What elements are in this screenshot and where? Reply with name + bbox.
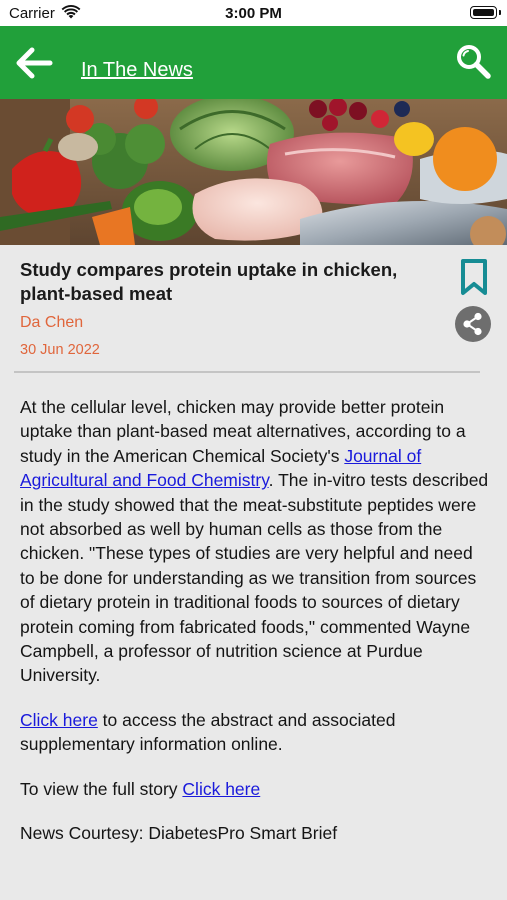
article-hero-image — [0, 99, 507, 245]
abstract-paragraph: Click here to access the abstract and as… — [20, 708, 490, 757]
abstract-click-here-link[interactable]: Click here — [20, 710, 98, 730]
article-date: 30 Jun 2022 — [20, 342, 100, 358]
share-icon — [463, 312, 482, 336]
page-title[interactable]: In The News — [81, 59, 193, 82]
full-story-paragraph: To view the full story Click here — [20, 777, 490, 801]
news-courtesy: News Courtesy: DiabetesPro Smart Brief — [20, 823, 338, 844]
article-title: Study compares protein uptake in chicken… — [20, 259, 398, 304]
bookmark-icon[interactable] — [459, 258, 489, 296]
body-paragraph: At the cellular level, chicken may provi… — [20, 395, 490, 688]
article-header: Study compares protein uptake in chicken… — [20, 258, 440, 358]
app-bar: In The News — [0, 26, 507, 99]
status-bar: Carrier 3:00 PM — [0, 0, 507, 26]
article-body: At the cellular level, chicken may provi… — [20, 395, 490, 846]
search-icon[interactable] — [455, 43, 493, 81]
arrow-left-icon[interactable] — [12, 43, 54, 83]
body-text: . The in-vitro tests described in the st… — [20, 470, 489, 686]
battery-icon — [470, 6, 501, 19]
clock: 3:00 PM — [225, 5, 282, 22]
header-divider — [14, 371, 480, 373]
full-story-text: To view the full story — [20, 778, 183, 799]
share-button[interactable] — [455, 306, 491, 342]
article-author: Da Chen — [20, 314, 84, 331]
full-story-click-here-link[interactable]: Click here — [182, 779, 260, 799]
